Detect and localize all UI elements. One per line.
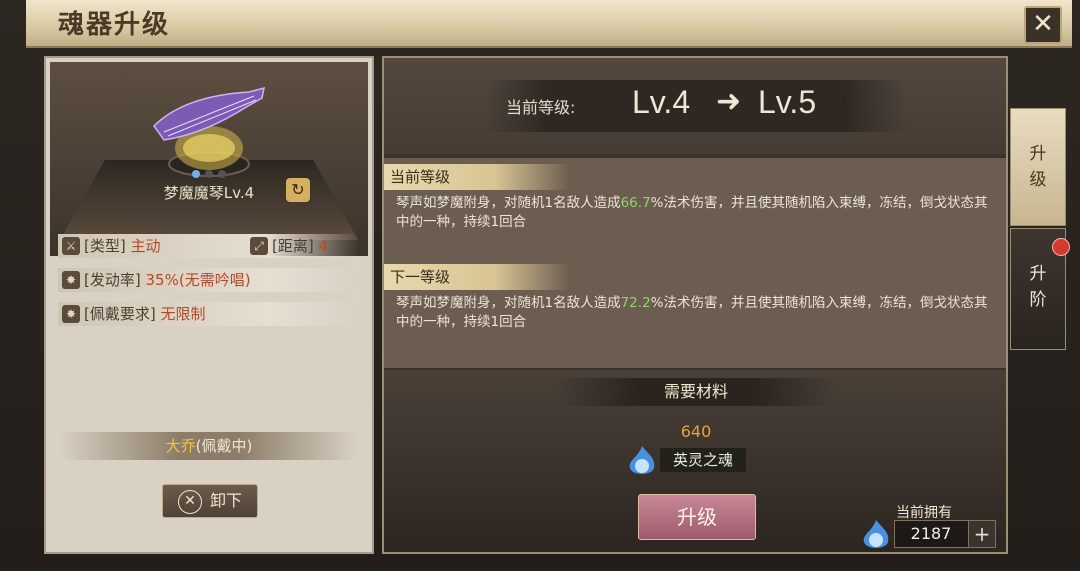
owner-status: (佩戴中) [195, 437, 253, 455]
require-value: 无限制 [160, 305, 206, 323]
current-damage-value: 66.7 [620, 195, 651, 211]
trigger-value: 35%(无需吟唱) [145, 271, 251, 289]
weapon-display: 梦魔魔琴Lv.4 ↻ [50, 62, 368, 256]
burst-icon: ✸ [62, 271, 80, 289]
attr-row-require: ✸ [佩戴要求] 无限制 [58, 302, 358, 326]
next-level-text: 琴声如梦魔附身，对随机1名敌人造成72.2%法术伤害，并且使其随机陷入束缚，冻结… [396, 294, 992, 332]
current-text-a: 琴声如梦魔附身，对随机1名敌人造成 [396, 195, 621, 211]
plus-icon: + [973, 522, 991, 546]
weapon-info-panel: 梦魔魔琴Lv.4 ↻ ⚔ [类型] 主动 ⤢ [距离] 4 ✸ [发动率] 35%(无… [44, 56, 374, 554]
soul-flame-icon [863, 520, 889, 548]
upgrade-detail-panel: 当前等级: Lv.4 ➜ Lv.5 当前等级 琴声如梦魔附身，对随机1名敌人造成… [382, 56, 1008, 554]
soul-flame-icon [629, 446, 655, 474]
material-name: 英灵之魂 [660, 448, 746, 472]
sword-icon: ⚔ [62, 237, 80, 255]
tab-upgrade[interactable]: 升级 [1010, 108, 1066, 226]
type-value: 主动 [130, 237, 161, 255]
unequip-button[interactable]: ✕ 卸下 [162, 484, 258, 518]
level-header: 当前等级: Lv.4 ➜ Lv.5 [384, 58, 1006, 154]
attr-row-trigger: ✸ [发动率] 35%(无需吟唱) [58, 268, 358, 292]
next-level-heading: 下一等级 [384, 264, 570, 290]
distance-value: 4 [318, 237, 329, 255]
attr-distance: ⤢ [距离] 4 [246, 234, 356, 258]
next-text-a: 琴声如梦魔附身，对随机1名敌人造成 [396, 295, 621, 311]
notification-dot [1052, 238, 1070, 256]
level-next: Lv.5 [758, 84, 817, 120]
distance-icon: ⤢ [250, 237, 268, 255]
owned-label: 当前拥有 [896, 505, 952, 521]
burst-icon: ✸ [62, 305, 80, 323]
add-button[interactable]: + [968, 521, 995, 547]
next-damage-value: 72.2 [620, 295, 651, 311]
lute-weapon-image [153, 86, 265, 178]
trigger-label: [发动率] [84, 271, 141, 289]
skill-description: 当前等级 琴声如梦魔附身，对随机1名敌人造成66.7%法术伤害，并且使其随机陷入… [384, 158, 1006, 368]
tab-advance-label: 升阶 [1029, 264, 1047, 310]
current-level-heading: 当前等级 [384, 164, 570, 190]
close-button[interactable]: ✕ [1024, 6, 1062, 44]
level-box: 当前等级: Lv.4 ➜ Lv.5 [484, 80, 908, 132]
weapon-name: 梦魔魔琴Lv.4 [163, 184, 255, 202]
materials-section: 需要材料 640 英灵之魂 升级 当前拥有 2187 + [384, 370, 1006, 552]
upgrade-button[interactable]: 升级 [638, 494, 756, 540]
level-current: Lv.4 [632, 84, 691, 120]
distance-label: [距离] [272, 237, 314, 255]
tab-upgrade-label: 升级 [1029, 144, 1047, 190]
material-required-count: 640 [680, 422, 712, 441]
unequip-label: 卸下 [209, 491, 242, 510]
materials-title: 需要材料 [556, 378, 836, 406]
material-item[interactable]: 英灵之魂 [626, 444, 766, 476]
level-label: 当前等级: [506, 98, 576, 117]
owned-value: 2187 [910, 524, 952, 543]
arrow-right-icon: ➜ [716, 84, 742, 119]
title-bar: 魂器升级 ✕ [26, 0, 1072, 48]
type-label: [类型] [84, 237, 126, 255]
owned-amount-box: 2187 + [894, 520, 996, 548]
close-icon: ✕ [1032, 9, 1054, 39]
reset-icon[interactable]: ↻ [286, 178, 310, 202]
require-label: [佩戴要求] [84, 305, 156, 323]
equipped-by-bar: 大乔(佩戴中) [60, 432, 358, 460]
close-circle-icon: ✕ [177, 489, 202, 514]
current-level-text: 琴声如梦魔附身，对随机1名敌人造成66.7%法术伤害，并且使其随机陷入束缚，冻结… [396, 194, 992, 232]
window-title: 魂器升级 [58, 10, 171, 40]
owner-name: 大乔 [165, 437, 196, 455]
